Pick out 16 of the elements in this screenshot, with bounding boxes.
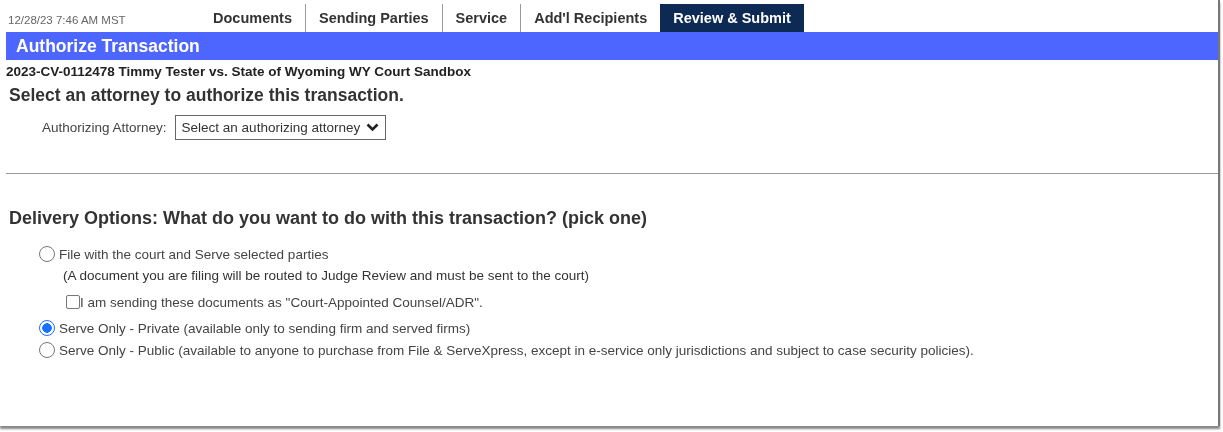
option-note: (A document you are filing will be routed to Judge Review and must be sent to the court)	[62, 267, 591, 285]
case-info: 2023-CV-0112478 Timmy Tester vs. State of Wyoming WY Court Sandbox	[5, 63, 472, 79]
option-label: Serve Only - Public (available to anyone to purchase from File & ServeXpress, except in e-service only jurisdictions and subject to case security policies).	[59, 342, 974, 358]
delivery-heading: Delivery Options: What do you want to do with this transaction? (pick one)	[8, 207, 649, 229]
attorney-heading: Select an attorney to authorize this transaction.	[8, 84, 405, 106]
section-title: Authorize Transaction	[15, 35, 200, 57]
tab[interactable]: Review & Submit	[660, 4, 804, 32]
option-label: Serve Only - Private (available only to sending firm and served firms)	[59, 320, 471, 336]
timestamp: 12/28/23 7:46 AM MST	[8, 14, 127, 28]
field-label: Authorizing Attorney:	[42, 120, 167, 135]
checkbox-label: I am sending these documents as "Court-Appointed Counsel/ADR".	[80, 294, 483, 310]
chevron-down-icon	[366, 123, 380, 132]
option-label: File with the court and Serve selected parties	[59, 246, 329, 262]
attorney-dropdown[interactable]: Select an authorizing attorney	[174, 115, 387, 140]
checkbox[interactable]	[66, 295, 80, 309]
radio-button[interactable]	[39, 320, 55, 336]
